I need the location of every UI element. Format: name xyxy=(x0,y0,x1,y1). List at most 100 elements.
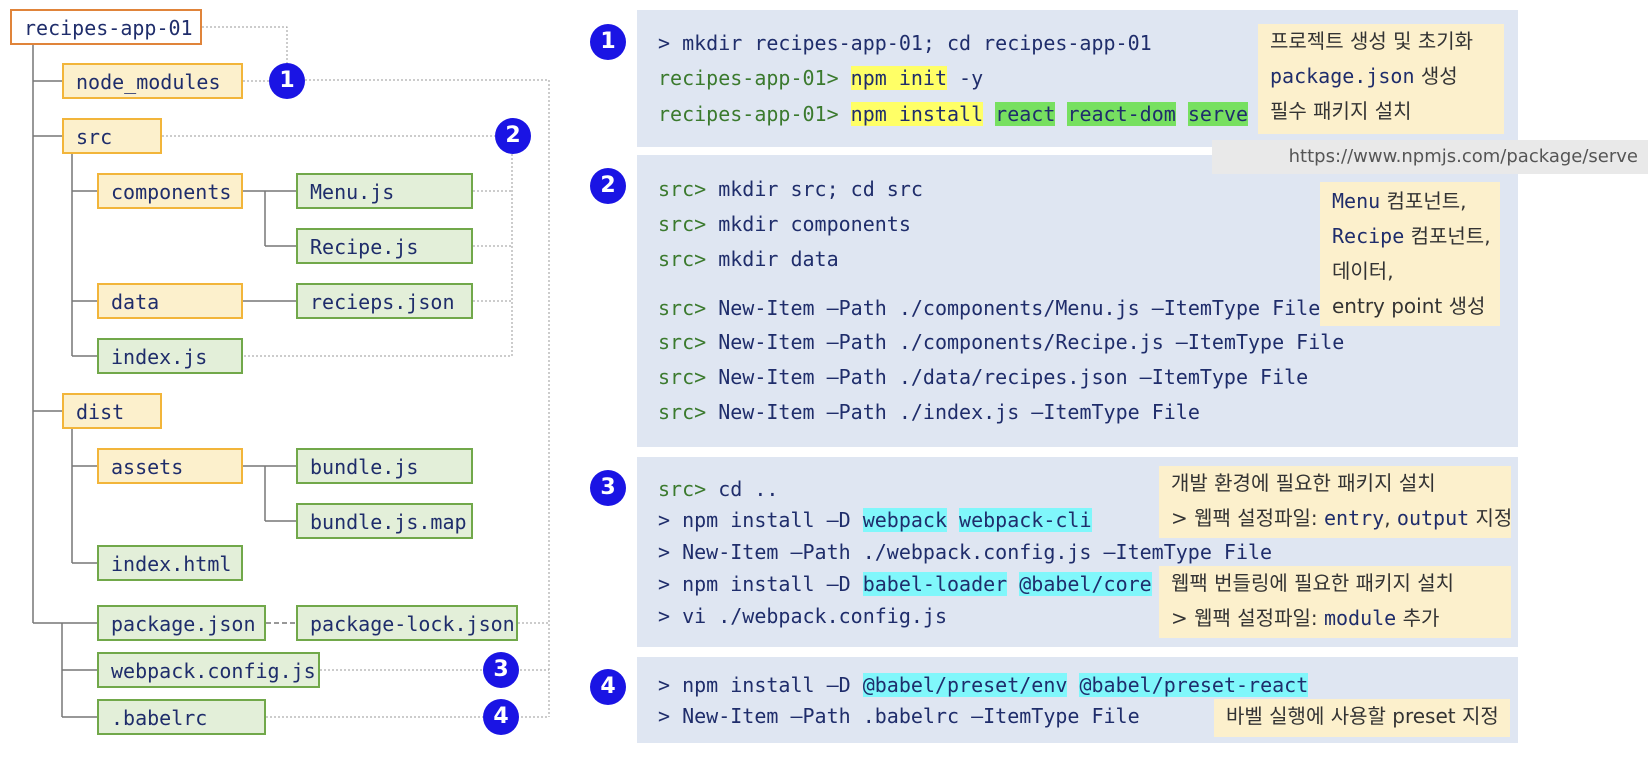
tree-file-recipes-json: recieps.json xyxy=(296,283,473,319)
step-1-line-3: recipes-app-01> npm install react react-… xyxy=(658,101,1249,127)
serve-package-url[interactable]: https://www.npmjs.com/package/serve xyxy=(1212,140,1648,174)
note-code: Menu xyxy=(1332,189,1381,213)
note-line: 웹팩 번들링에 필요한 패키지 설치 xyxy=(1171,571,1455,595)
note-line: Menu 컴포넌트, xyxy=(1332,184,1488,219)
y-flag: -y xyxy=(947,66,984,90)
step-2-line-1: src> mkdir src; cd src xyxy=(658,176,923,202)
step-3-line-1: src> cd .. xyxy=(658,476,778,502)
note-text: 컴포넌트, xyxy=(1404,224,1491,248)
cmd-text: New-Item –Path ./components/Menu.js –Ite… xyxy=(706,296,1321,320)
cmd-text: > New-Item –Path .babelrc –ItemType File xyxy=(658,704,1140,728)
note-line: > 웹팩 설정파일: module 추가 xyxy=(1171,601,1499,636)
npm-install-highlight: npm install xyxy=(850,102,984,126)
step-1-note: 프로젝트 생성 및 초기화 package.json 생성 필수 패키지 설치 xyxy=(1258,24,1504,134)
step-2-line-7: src> New-Item –Path ./index.js –ItemType… xyxy=(658,399,1200,425)
step-2-note: Menu 컴포넌트, Recipe 컴포넌트, 데이터, entry point… xyxy=(1320,182,1500,326)
tree-file-bundle-map: bundle.js.map xyxy=(296,503,473,539)
step-3-line-5: > vi ./webpack.config.js xyxy=(658,603,947,629)
note-code: package.json xyxy=(1270,64,1415,88)
tree-badge-2: 2 xyxy=(495,118,531,154)
tree-file-webpack-config: webpack.config.js xyxy=(97,652,320,688)
tree-file-package-json: package.json xyxy=(97,605,266,641)
step-3-line-3: > New-Item –Path ./webpack.config.js –It… xyxy=(658,539,1272,565)
tree-file-index-js: index.js xyxy=(97,338,243,374)
note-line: 개발 환경에 필요한 패키지 설치 xyxy=(1171,471,1436,495)
note-code: Recipe xyxy=(1332,224,1405,248)
cmd-text: New-Item –Path ./components/Recipe.js –I… xyxy=(706,330,1345,354)
cmd-text: mkdir src; cd src xyxy=(706,177,923,201)
note-line: 바벨 실행에 사용할 preset 지정 xyxy=(1226,704,1499,728)
note-text: > 웹팩 설정파일: xyxy=(1171,606,1324,630)
step-badge-4: 4 xyxy=(590,669,626,705)
step-badge-2: 2 xyxy=(590,168,626,204)
tree-folder-data: data xyxy=(97,283,243,319)
tree-file-package-lock: package-lock.json xyxy=(296,605,518,641)
tree-file-bundle-js: bundle.js xyxy=(296,448,473,484)
pkg-preset-react: @babel/preset-react xyxy=(1079,673,1309,697)
cmd-text: > npm install –D xyxy=(658,508,863,532)
cmd-text: > npm install –D xyxy=(658,572,863,596)
tree-folder-components: components xyxy=(97,173,243,209)
step-badge-3: 3 xyxy=(590,470,626,506)
note-text: 생성 xyxy=(1414,64,1458,88)
tree-badge-3: 3 xyxy=(483,652,519,688)
cmd-text: cd .. xyxy=(706,477,779,501)
step-3-note-a: 개발 환경에 필요한 패키지 설치 > 웹팩 설정파일: entry, outp… xyxy=(1159,466,1512,538)
step-3-note-b: 웹팩 번들링에 필요한 패키지 설치 > 웹팩 설정파일: module 추가 xyxy=(1159,566,1511,638)
tree-file-menu-js: Menu.js xyxy=(296,173,473,209)
step-3-line-2: > npm install –D webpack webpack-cli xyxy=(658,507,1092,533)
prompt: src> xyxy=(658,247,707,271)
note-text: , xyxy=(1384,506,1397,530)
tree-file-index-html: index.html xyxy=(97,545,243,581)
note-line: entry point 생성 xyxy=(1332,294,1486,318)
step-2-line-5: src> New-Item –Path ./components/Recipe.… xyxy=(658,329,1344,355)
cmd-text: mkdir data xyxy=(706,247,839,271)
pkg-preset-env: @babel/preset/env xyxy=(862,673,1068,697)
prompt: src> xyxy=(658,365,707,389)
prompt: recipes-app-01> xyxy=(658,66,839,90)
tree-file-babelrc: .babelrc xyxy=(97,699,266,735)
note-text: 지정 xyxy=(1469,506,1513,530)
tree-node-root: recipes-app-01 xyxy=(10,9,202,45)
cmd-text: > npm install –D xyxy=(658,673,863,697)
cmd-text: mkdir components xyxy=(706,212,911,236)
pkg-serve: serve xyxy=(1187,102,1249,126)
prompt: src> xyxy=(658,477,707,501)
step-4-line-1: > npm install –D @babel/preset/env @babe… xyxy=(658,672,1309,698)
step-1-mkdir: > mkdir recipes-app-01; cd recipes-app-0… xyxy=(658,31,1152,55)
tree-folder-dist: dist xyxy=(62,393,162,429)
note-line: 프로젝트 생성 및 초기화 xyxy=(1270,29,1474,53)
tree-file-recipe-js: Recipe.js xyxy=(296,228,473,264)
tree-folder-src: src xyxy=(62,118,162,154)
step-1-line-2: recipes-app-01> npm init -y xyxy=(658,65,983,91)
step-2-line-3: src> mkdir data xyxy=(658,246,839,272)
prompt: src> xyxy=(658,296,707,320)
note-line: > 웹팩 설정파일: entry, output 지정 xyxy=(1171,501,1512,536)
cmd-text: > New-Item –Path ./webpack.config.js –It… xyxy=(658,540,1273,564)
prompt: src> xyxy=(658,330,707,354)
step-4-line-2: > New-Item –Path .babelrc –ItemType File xyxy=(658,703,1140,729)
note-line: 데이터, xyxy=(1332,259,1394,283)
pkg-webpack-cli: webpack-cli xyxy=(959,508,1092,532)
note-line: package.json 생성 xyxy=(1270,59,1492,94)
note-code-entry: entry xyxy=(1323,506,1385,530)
note-text: 컴포넌트, xyxy=(1380,189,1467,213)
pkg-react-dom: react-dom xyxy=(1067,102,1176,126)
pkg-babel-core: @babel/core xyxy=(1019,572,1152,596)
note-text: 추가 xyxy=(1396,606,1440,630)
tree-badge-4: 4 xyxy=(483,699,519,735)
step-2-line-6: src> New-Item –Path ./data/recipes.json … xyxy=(658,364,1308,390)
note-text: > 웹팩 설정파일: xyxy=(1171,506,1324,530)
pkg-babel-loader: babel-loader xyxy=(862,572,1008,596)
pkg-webpack: webpack xyxy=(862,508,947,532)
step-3-line-4: > npm install –D babel-loader @babel/cor… xyxy=(658,571,1152,597)
step-2-line-2: src> mkdir components xyxy=(658,211,911,237)
step-4-note: 바벨 실행에 사용할 preset 지정 xyxy=(1214,699,1510,737)
tree-folder-assets: assets xyxy=(97,448,243,484)
pkg-react: react xyxy=(995,102,1056,126)
cmd-text: > vi ./webpack.config.js xyxy=(658,604,947,628)
prompt: src> xyxy=(658,177,707,201)
cmd-text: New-Item –Path ./data/recipes.json –Item… xyxy=(706,365,1309,389)
step-2-line-4: src> New-Item –Path ./components/Menu.js… xyxy=(658,295,1320,321)
step-1-line-1: > mkdir recipes-app-01; cd recipes-app-0… xyxy=(658,30,1152,56)
